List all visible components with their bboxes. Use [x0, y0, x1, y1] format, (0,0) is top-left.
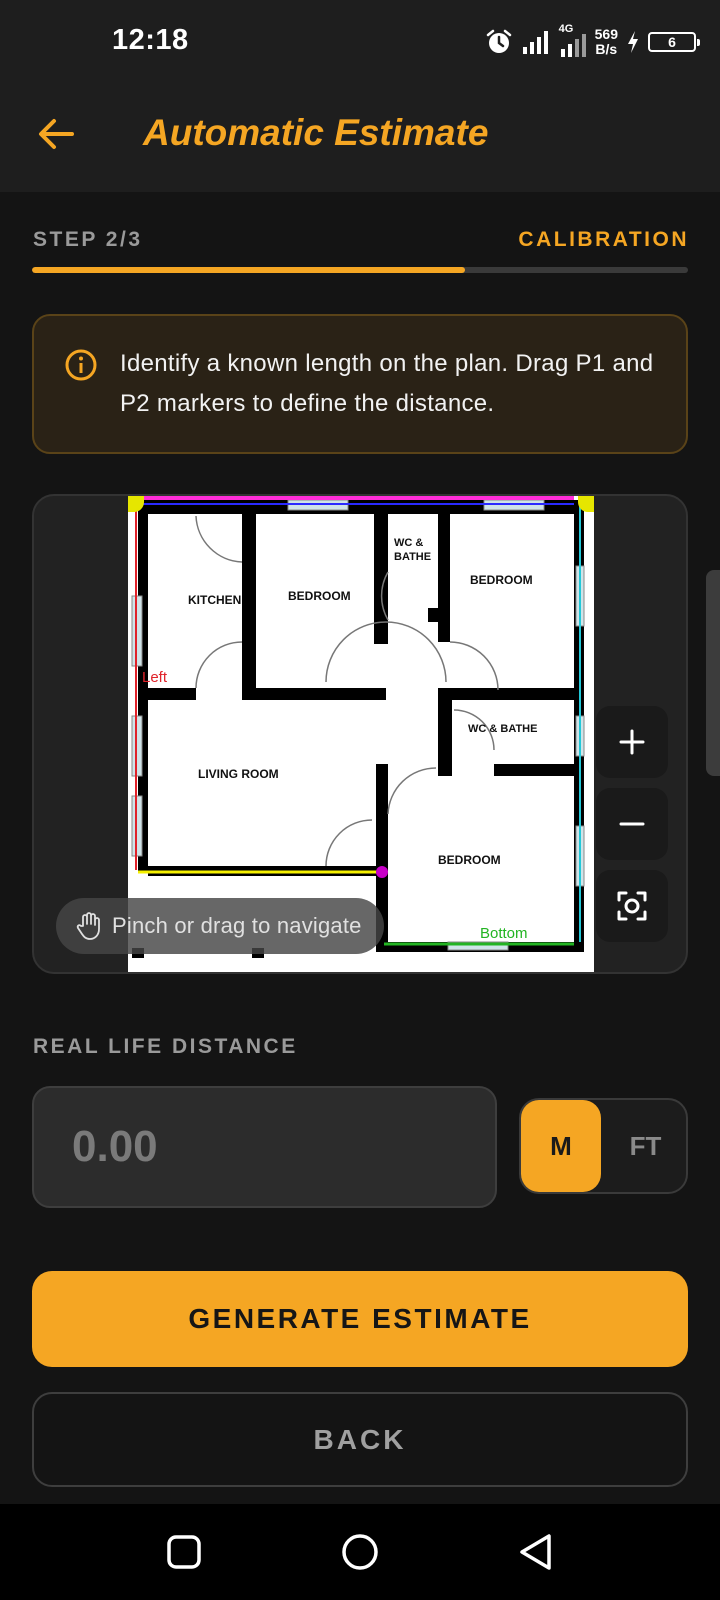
recenter-button[interactable] [596, 870, 668, 942]
status-time: 12:18 [112, 24, 189, 56]
step-label: STEP 2/3 [33, 228, 143, 251]
signal-4g-icon: 4G [559, 23, 587, 57]
network-speed-unit: B/s [595, 41, 618, 57]
back-nav-icon[interactable] [516, 1532, 556, 1572]
room-label: KITCHEN [188, 593, 241, 607]
unit-m-button[interactable]: M [521, 1100, 601, 1192]
recent-apps-icon[interactable] [164, 1532, 204, 1572]
navigation-hint-text: Pinch or drag to navigate [112, 913, 362, 938]
edge-label-left: Left [142, 669, 168, 686]
zoom-in-icon [619, 729, 645, 755]
step-progress-bar [32, 267, 688, 273]
floor-plan-viewer[interactable]: KITCHEN BEDROOM WC & BATHE BEDROOM WC & … [32, 494, 688, 974]
room-label: BATHE [394, 551, 431, 563]
navigation-hint: Pinch or drag to navigate [56, 898, 384, 954]
signal-icon [522, 31, 548, 54]
room-label: BEDROOM [438, 853, 501, 867]
arrow-left-icon[interactable] [32, 110, 80, 158]
distance-label: REAL LIFE DISTANCE [33, 1035, 298, 1058]
system-nav-bar [0, 1504, 720, 1600]
home-icon[interactable] [340, 1532, 380, 1572]
charging-icon [628, 31, 638, 53]
hand-icon [76, 912, 100, 940]
side-drawer-handle[interactable] [706, 570, 720, 776]
zoom-out-button[interactable] [596, 788, 668, 860]
page-title: Automatic Estimate [143, 112, 489, 153]
recenter-icon [617, 891, 647, 921]
generate-estimate-button[interactable]: GENERATE ESTIMATE [32, 1271, 688, 1367]
unit-ft-button[interactable]: FT [603, 1100, 688, 1192]
battery-level: 6 [668, 34, 676, 50]
back-button[interactable]: BACK [32, 1392, 688, 1487]
instruction-box: Identify a known length on the plan. Dra… [32, 314, 688, 454]
battery-icon: 6 [648, 32, 700, 52]
unit-toggle[interactable]: M FT [519, 1098, 688, 1194]
step-name: CALIBRATION [518, 228, 689, 251]
edge-label-bottom: Bottom [480, 925, 528, 942]
room-label: LIVING ROOM [198, 767, 279, 781]
zoom-in-button[interactable] [596, 706, 668, 778]
step-progress-fill [32, 267, 465, 273]
zoom-out-icon [619, 822, 645, 826]
room-label: BEDROOM [288, 589, 351, 603]
distance-input[interactable] [32, 1086, 497, 1208]
instruction-text: Identify a known length on the plan. Dra… [120, 350, 654, 417]
room-label: BEDROOM [470, 573, 533, 587]
network-speed: 569 B/s [595, 27, 618, 57]
room-label: WC & BATHE [468, 723, 537, 735]
network-speed-value: 569 [594, 26, 618, 42]
info-icon [65, 349, 97, 381]
alarm-icon [486, 29, 511, 53]
status-icons: 4G 569 B/s 6 [485, 23, 700, 60]
app-bar: Automatic Estimate [0, 82, 720, 192]
status-bar: 12:18 4G 569 B/s 6 [0, 0, 720, 82]
room-label: WC & [394, 537, 423, 549]
